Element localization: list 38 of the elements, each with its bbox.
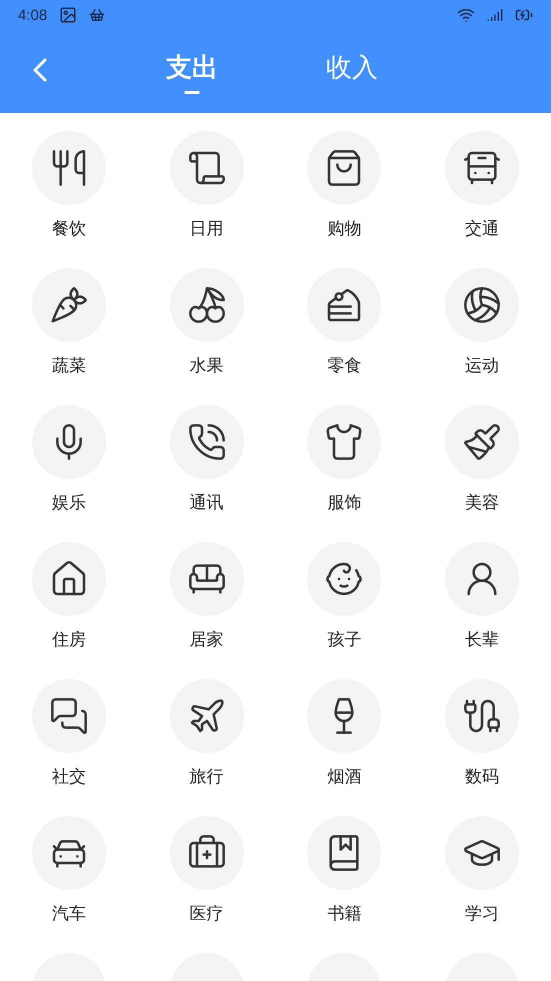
cherry-icon bbox=[186, 285, 227, 325]
category-label: 美容 bbox=[465, 492, 500, 515]
carrot-icon bbox=[48, 285, 89, 325]
category-label: 住房 bbox=[52, 629, 86, 652]
category-label: 汽车 bbox=[52, 903, 86, 926]
phone-icon bbox=[186, 422, 227, 462]
category-label: 娱乐 bbox=[52, 492, 86, 515]
category-label: 通讯 bbox=[190, 492, 224, 515]
basket-icon bbox=[89, 7, 106, 23]
chat-bubbles-icon bbox=[48, 696, 89, 736]
category-label: 购物 bbox=[327, 218, 362, 241]
category-label: 零食 bbox=[327, 355, 362, 378]
category-label: 学习 bbox=[465, 903, 500, 926]
category-label: 社交 bbox=[52, 766, 86, 789]
category-label: 水果 bbox=[190, 355, 224, 378]
signal-icon bbox=[487, 7, 503, 23]
wifi-icon bbox=[457, 6, 475, 24]
ball-icon bbox=[462, 285, 502, 325]
category-label: 交通 bbox=[465, 218, 500, 241]
category-label: 蔬菜 bbox=[52, 355, 86, 378]
category-label: 数码 bbox=[465, 766, 500, 789]
brush-icon bbox=[462, 422, 502, 462]
category-label: 餐饮 bbox=[52, 218, 86, 241]
status-time: 4:08 bbox=[18, 6, 48, 24]
category-label: 书籍 bbox=[327, 903, 362, 926]
category-label: 孩子 bbox=[327, 629, 362, 652]
tab[interactable]: 收入 bbox=[326, 50, 378, 94]
shirt-icon bbox=[324, 422, 364, 462]
category-label: 烟酒 bbox=[327, 766, 362, 789]
category-label: 长辈 bbox=[465, 629, 500, 652]
category-label: 居家 bbox=[190, 629, 224, 652]
category-label: 旅行 bbox=[190, 766, 224, 789]
tab[interactable]: 支出 bbox=[166, 50, 218, 94]
category-label: 日用 bbox=[190, 218, 224, 241]
category-label: 医疗 bbox=[190, 903, 224, 926]
category-label: 运动 bbox=[465, 355, 500, 378]
category-label: 服饰 bbox=[327, 492, 362, 515]
image-icon bbox=[59, 6, 78, 24]
